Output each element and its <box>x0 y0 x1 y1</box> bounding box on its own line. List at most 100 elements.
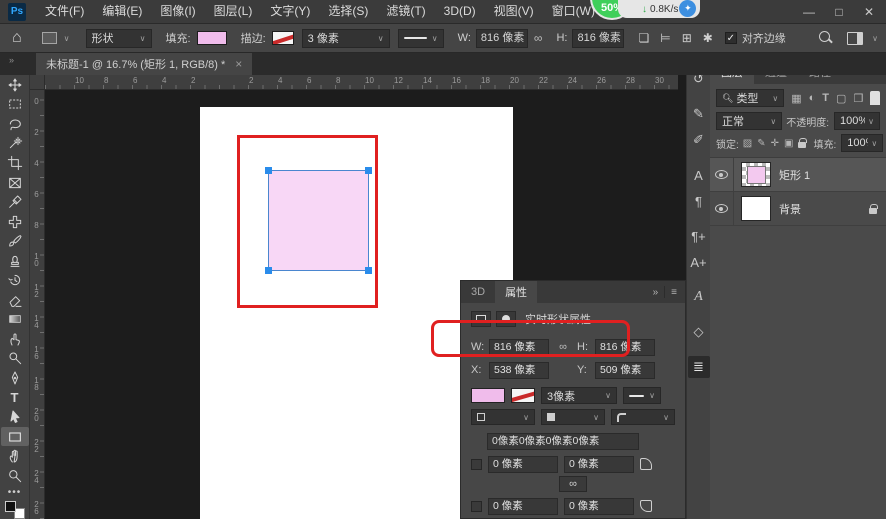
layer-visibility-toggle[interactable] <box>710 192 734 225</box>
lock-pixels-icon[interactable]: ✎ <box>757 138 765 149</box>
link-dimensions-icon[interactable]: ∞ <box>534 31 543 45</box>
hand-tool[interactable] <box>1 446 29 466</box>
menu-item-0[interactable]: 文件(F) <box>36 0 93 23</box>
eyedropper-tool[interactable] <box>1 192 29 212</box>
lock-artboard-icon[interactable]: ▣ <box>784 138 793 149</box>
layer-fill-select[interactable]: 100% ∨ <box>841 134 883 152</box>
layer-row-0[interactable]: 矩形 1 <box>710 158 886 192</box>
glyphs-panel-icon[interactable]: A <box>688 286 710 308</box>
collapse-panel-icon[interactable]: » <box>653 287 659 298</box>
settings-icon[interactable]: ✱ <box>703 31 713 45</box>
menu-item-2[interactable]: 图像(I) <box>151 0 204 23</box>
tab-3d[interactable]: 3D <box>461 281 495 303</box>
stroke-align-select[interactable]: ∨ <box>471 409 535 425</box>
pen-tool[interactable] <box>1 368 29 388</box>
layer-row-1[interactable]: 背景 <box>710 192 886 226</box>
layer-thumbnail[interactable] <box>741 196 771 221</box>
menu-item-3[interactable]: 图层(L) <box>205 0 262 23</box>
close-tab-icon[interactable]: × <box>235 57 242 71</box>
transform-handle-bottom-right[interactable] <box>365 267 372 274</box>
gradient-tool[interactable] <box>1 310 29 330</box>
character-styles-panel-icon[interactable]: A+ <box>688 251 710 273</box>
vertical-ruler[interactable]: 02468101214161820222426 <box>30 90 45 519</box>
dodge-tool[interactable] <box>1 349 29 369</box>
transform-handle-top-left[interactable] <box>265 167 272 174</box>
corner-radius-summary[interactable]: 0像素0像素0像素0像素 <box>487 433 639 450</box>
corner-radius-bottom-left-input[interactable]: 0 像素 <box>488 498 558 515</box>
type-tool[interactable]: T <box>1 388 29 408</box>
stroke-corners-select[interactable]: ∨ <box>611 409 675 425</box>
adjustment-filter-icon[interactable]: ◐ <box>809 92 816 104</box>
filter-pin-icon[interactable] <box>870 91 880 105</box>
align-icon[interactable]: ⊨ <box>660 31 670 45</box>
type-filter-icon[interactable]: T <box>822 92 829 104</box>
collapse-toolbar-icon[interactable]: » <box>9 55 13 65</box>
rectangle-shape[interactable] <box>268 170 369 271</box>
paragraph-styles-panel-icon[interactable]: ¶+ <box>688 225 710 247</box>
edit-toolbar-icon[interactable]: ••• <box>8 487 22 498</box>
height-input[interactable]: 816 像素 <box>572 29 624 48</box>
menu-item-8[interactable]: 视图(V) <box>485 0 543 23</box>
corner-radius-top-right-input[interactable]: 0 像素 <box>564 456 634 473</box>
path-operations-icon[interactable]: ❏ <box>638 31 649 45</box>
prop-stroke-width-select[interactable]: 3像素 ∨ <box>541 387 617 404</box>
shape-filter-icon[interactable]: ▢ <box>836 92 846 105</box>
eraser-tool[interactable] <box>1 290 29 310</box>
healing-brush-tool[interactable] <box>1 212 29 232</box>
horizontal-ruler[interactable]: 10864224681012141618202224262830 <box>45 75 678 90</box>
pixel-filter-icon[interactable]: ▦ <box>791 92 801 105</box>
smart-object-filter-icon[interactable]: ❒ <box>853 92 863 105</box>
close-button[interactable]: ✕ <box>854 0 884 24</box>
rectangle-tool[interactable] <box>1 427 29 447</box>
menu-item-4[interactable]: 文字(Y) <box>261 0 319 23</box>
stroke-color-swatch[interactable] <box>272 31 294 45</box>
document-tab[interactable]: 未标题-1 @ 16.7% (矩形 1, RGB/8) * × <box>36 53 252 75</box>
radius-link-checkbox[interactable] <box>471 459 482 470</box>
stroke-width-select[interactable]: 3 像素 ∨ <box>302 29 390 48</box>
prop-x-input[interactable]: 538 像素 <box>489 362 549 379</box>
transform-handle-top-right[interactable] <box>365 167 372 174</box>
blend-mode-select[interactable]: 正常 ∨ <box>716 112 782 130</box>
menu-item-5[interactable]: 选择(S) <box>319 0 377 23</box>
menu-item-6[interactable]: 滤镜(T) <box>377 0 434 23</box>
maximize-button[interactable]: □ <box>824 0 854 24</box>
zoom-tool[interactable] <box>1 466 29 486</box>
foreground-color-swatch[interactable] <box>5 501 16 512</box>
brush-tool[interactable] <box>1 231 29 251</box>
lock-transparency-icon[interactable]: ▨ <box>743 138 752 149</box>
lock-position-icon[interactable]: ✛ <box>771 138 779 149</box>
history-brush-tool[interactable] <box>1 270 29 290</box>
paragraph-panel-icon[interactable]: ¶ <box>688 190 710 212</box>
character-panel-icon[interactable]: A <box>688 164 710 186</box>
shape-stroke-swatch[interactable] <box>511 388 535 403</box>
prop-stroke-style-select[interactable]: ∨ <box>623 387 661 404</box>
shape-fill-swatch[interactable] <box>471 388 505 403</box>
properties-panel-icon[interactable]: ≣ <box>688 356 710 378</box>
align-edges-option[interactable]: ✓ 对齐边缘 <box>725 30 786 46</box>
brushes-panel-icon[interactable]: ✐ <box>688 129 710 151</box>
lasso-tool[interactable] <box>1 114 29 134</box>
search-icon[interactable] <box>819 31 833 45</box>
corner-radius-bottom-right-input[interactable]: 0 像素 <box>564 498 634 515</box>
link-radii-button[interactable]: ∞ <box>559 476 587 492</box>
tab-properties[interactable]: 属性 <box>495 281 537 303</box>
layer-filter-select[interactable]: 🔍︎ 类型 ∨ <box>716 89 784 107</box>
brush-settings-panel-icon[interactable]: ✎ <box>688 103 710 125</box>
workspace-switcher-icon[interactable] <box>847 32 863 45</box>
opacity-select[interactable]: 100% ∨ <box>834 112 880 130</box>
layer-visibility-toggle[interactable] <box>710 158 734 191</box>
crop-tool[interactable] <box>1 153 29 173</box>
menu-item-1[interactable]: 编辑(E) <box>93 0 151 23</box>
align-edges-checkbox[interactable]: ✓ <box>725 32 737 44</box>
radius-link-checkbox-2[interactable] <box>471 501 482 512</box>
ruler-origin-corner[interactable] <box>30 75 45 90</box>
3d-panel-icon[interactable]: ◇ <box>688 321 710 343</box>
path-selection-tool[interactable] <box>1 407 29 427</box>
move-tool[interactable] <box>1 75 29 95</box>
transform-handle-bottom-left[interactable] <box>265 267 272 274</box>
width-input[interactable]: 816 像素 <box>476 29 528 48</box>
tool-mode-select[interactable]: 形状 ∨ <box>86 29 152 48</box>
corner-radius-top-left-input[interactable]: 0 像素 <box>488 456 558 473</box>
lock-all-icon[interactable] <box>798 142 806 148</box>
tool-preset-picker[interactable]: ∨ <box>42 32 70 44</box>
